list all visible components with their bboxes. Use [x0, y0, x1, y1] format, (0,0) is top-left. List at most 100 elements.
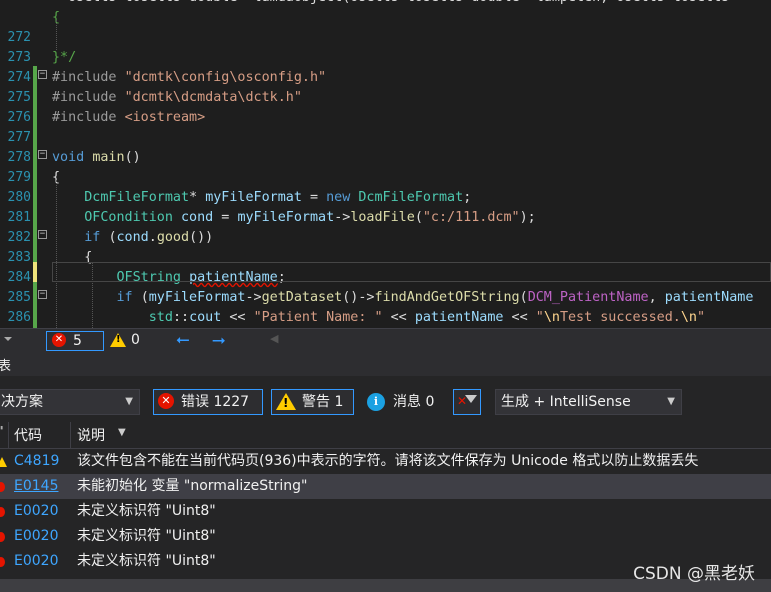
- code-token: #include: [52, 110, 125, 125]
- code-token: =: [213, 210, 238, 225]
- table-row[interactable]: E0145 未能初始化 变量 "normalizeString": [0, 474, 771, 499]
- line-number: 283: [7, 250, 31, 265]
- code-line[interactable]: 278 void main(): [0, 148, 771, 168]
- code-line[interactable]: osetts tosetts double lamdaobject(osetts…: [0, 0, 771, 8]
- next-issue-arrow-icon[interactable]: ⭢: [212, 330, 226, 350]
- line-number: 286: [7, 310, 31, 325]
- code-line[interactable]: 274 #include "dcmtk\config\osconfig.h": [0, 68, 771, 88]
- warning-count-button[interactable]: ! 0: [108, 331, 148, 351]
- fold-toggle[interactable]: −: [38, 290, 47, 299]
- error-code-link[interactable]: E0020: [14, 499, 58, 524]
- code-token: loadFile: [350, 210, 415, 225]
- error-icon: ✕: [158, 393, 174, 409]
- error-code-link[interactable]: E0020: [14, 524, 58, 549]
- error-description: 未能初始化 变量 "normalizeString": [77, 478, 308, 494]
- line-number: 274: [7, 70, 31, 85]
- error-description: 未定义标识符 "Uint8": [77, 553, 216, 569]
- scope-dropdown[interactable]: 决方案 ▼: [0, 389, 140, 415]
- scroll-left-icon[interactable]: ◀: [270, 332, 278, 345]
- warnings-filter-button[interactable]: ! 警告 1: [271, 389, 354, 415]
- editor-status-bar: ✕ 5 ! 0 ⭠ ⭢ ◀: [0, 328, 771, 352]
- csdn-watermark: CSDN @黑老妖: [633, 564, 755, 584]
- fold-toggle[interactable]: −: [38, 150, 47, 159]
- code-token: std: [148, 310, 173, 325]
- code-line[interactable]: 285 if (myFileFormat->getDataset()->find…: [0, 288, 771, 308]
- previous-issue-arrow-icon[interactable]: ⭠: [176, 330, 190, 350]
- code-line[interactable]: 280 DcmFileFormat* myFileFormat = new Dc…: [0, 188, 771, 208]
- messages-filter-button[interactable]: i 消息 0: [362, 389, 444, 415]
- error-list-header: 表: [0, 352, 771, 376]
- chevron-down-icon: ▼: [125, 396, 133, 407]
- error-code-link[interactable]: C4819: [14, 449, 59, 474]
- code-line[interactable]: 273}*/: [0, 48, 771, 68]
- line-number: 275: [7, 90, 31, 105]
- error-code-link[interactable]: E0145: [14, 474, 58, 499]
- code-token: );: [519, 210, 536, 225]
- fold-toggle[interactable]: −: [38, 230, 47, 239]
- code-token: patientName: [414, 310, 504, 325]
- code-editor[interactable]: osetts tosetts double lamdaobject(osetts…: [0, 0, 771, 328]
- filter-button[interactable]: ✕: [453, 389, 481, 415]
- table-row[interactable]: E0020 未定义标识符 "Uint8": [0, 499, 771, 524]
- code-token: <<: [382, 310, 415, 325]
- code-line[interactable]: 277: [0, 128, 771, 148]
- code-token: ": [697, 310, 706, 325]
- code-token: ->: [245, 290, 262, 305]
- code-token: ::: [172, 310, 190, 325]
- error-code-link[interactable]: E0020: [14, 549, 58, 574]
- table-row[interactable]: C4819 该文件包含不能在当前代码页(936)中表示的字符。请将该文件保存为 U…: [0, 449, 771, 474]
- error-icon: [0, 507, 5, 517]
- indent-guide: [56, 180, 57, 328]
- severity-column-header[interactable]: ": [0, 424, 4, 438]
- sort-chevron-down-icon[interactable]: ▼: [118, 427, 126, 438]
- code-token: "dcmtk\dcmdata\dctk.h": [124, 90, 302, 105]
- code-line[interactable]: 282 if (cond.good()): [0, 228, 771, 248]
- line-number: 282: [7, 230, 31, 245]
- fold-toggle[interactable]: −: [38, 70, 47, 79]
- line-number: 276: [7, 110, 31, 125]
- code-token: <iostream>: [124, 110, 206, 125]
- error-icon: [0, 557, 5, 567]
- code-token: cond: [181, 210, 214, 225]
- build-source-label: 生成 + IntelliSense: [501, 394, 631, 410]
- line-number: 284: [7, 270, 31, 285]
- code-line[interactable]: 279{: [0, 168, 771, 188]
- errors-filter-button[interactable]: ✕ 错误 1227: [153, 389, 263, 415]
- code-column-header[interactable]: 代码: [14, 425, 42, 445]
- code-token: DCM_PatientName: [527, 290, 649, 305]
- code-token: "dcmtk\config\osconfig.h": [124, 70, 327, 85]
- build-source-dropdown[interactable]: 生成 + IntelliSense ▼: [495, 389, 682, 415]
- code-text: DcmFileFormat* myFileFormat = new DcmFil…: [52, 188, 471, 208]
- code-token: DcmFileFormat: [358, 190, 464, 205]
- zoom-dropdown-icon[interactable]: [4, 337, 12, 341]
- code-token: findAndGetOFString: [374, 290, 520, 305]
- filter-funnel-icon: [465, 395, 477, 403]
- code-line[interactable]: 286 std::cout << "Patient Name: " << pat…: [0, 308, 771, 328]
- table-row[interactable]: E0020 未定义标识符 "Uint8": [0, 524, 771, 549]
- code-line[interactable]: 276 #include <iostream>: [0, 108, 771, 128]
- code-text: }*/: [52, 48, 76, 68]
- code-line[interactable]: {: [0, 8, 771, 28]
- code-token: cond: [116, 230, 149, 245]
- code-token: good: [156, 230, 190, 245]
- error-count-button[interactable]: ✕ 5: [46, 331, 104, 351]
- code-line[interactable]: 272: [0, 28, 771, 48]
- code-line[interactable]: 281 OFCondition cond = myFileFormat->loa…: [0, 208, 771, 228]
- code-text: osetts tosetts double lamdaobject(osetts…: [52, 0, 729, 8]
- scope-dropdown-label: 决方案: [1, 394, 43, 410]
- description-column-header[interactable]: 说明: [77, 425, 105, 445]
- error-description: 未定义标识符 "Uint8": [77, 503, 216, 519]
- code-token: (: [140, 290, 149, 305]
- errors-filter-label: 错误 1227: [181, 394, 250, 410]
- code-token: ()->: [342, 290, 375, 305]
- line-number: 277: [7, 130, 31, 145]
- info-icon: i: [367, 393, 385, 411]
- code-text: #include "dcmtk\dcmdata\dctk.h": [52, 88, 302, 108]
- code-token: }*/: [52, 50, 77, 65]
- code-text: void main(): [52, 148, 141, 168]
- code-line[interactable]: 275 #include "dcmtk\dcmdata\dctk.h": [0, 88, 771, 108]
- current-line-highlight: [52, 262, 771, 282]
- line-number: 278: [7, 150, 31, 165]
